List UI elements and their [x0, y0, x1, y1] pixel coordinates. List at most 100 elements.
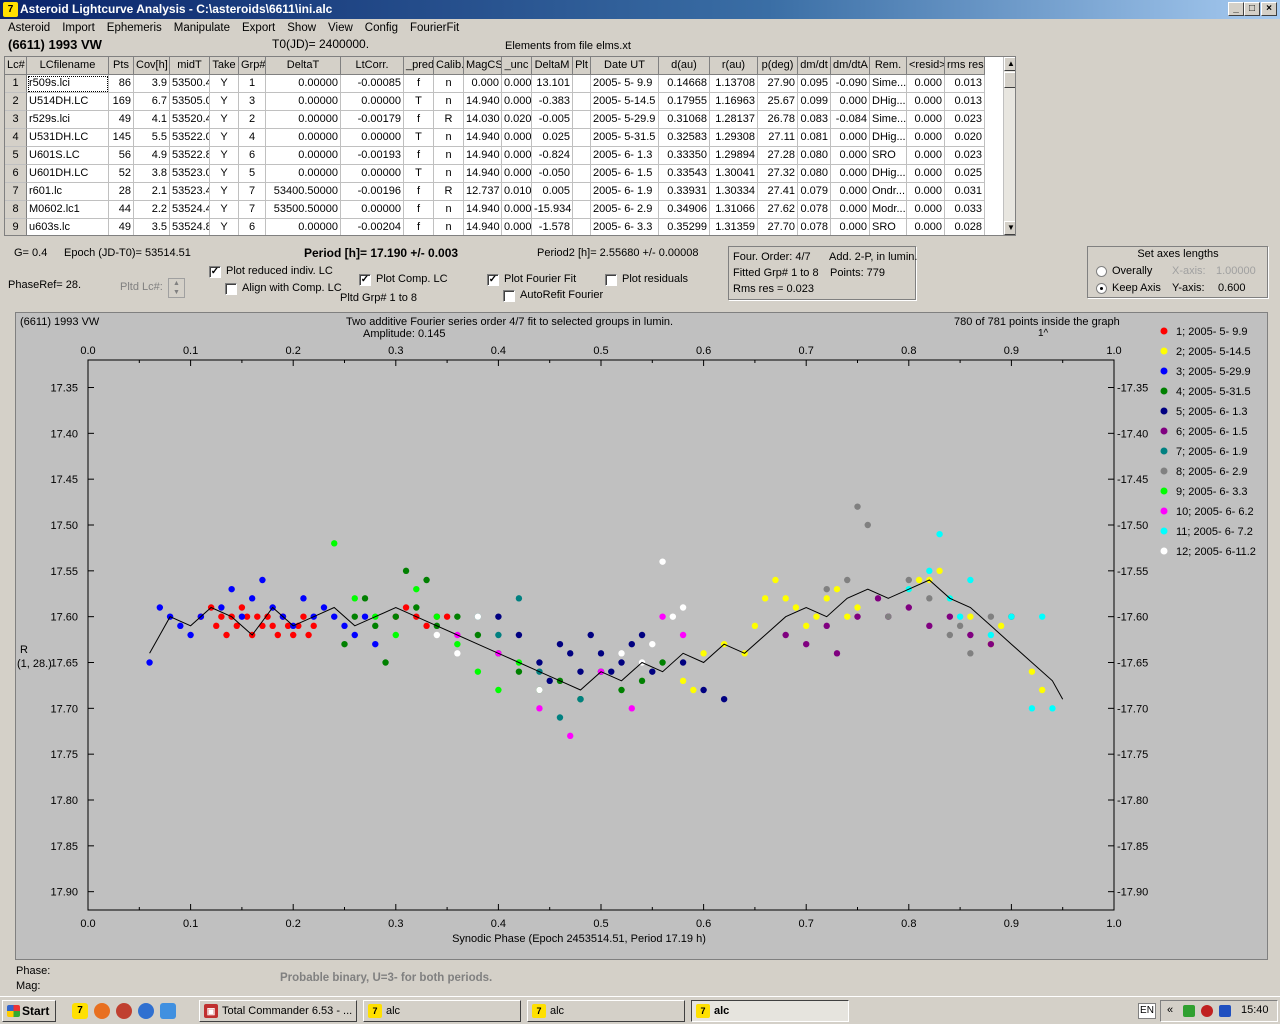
table-row[interactable]: 8 M0602.lc1 44 2.2 53524.4 Y 7 53500.50000 0.000… — [5, 201, 1005, 219]
table-cell[interactable]: 0.023 — [945, 147, 985, 165]
alc-quicklaunch-icon[interactable]: 7 — [72, 1003, 88, 1019]
table-cell[interactable]: 52 — [109, 165, 134, 183]
table-cell[interactable]: 0.31068 — [659, 111, 710, 129]
x-axis-value[interactable]: 1.00000 — [1216, 265, 1256, 277]
maximize-button[interactable]: □ — [1244, 2, 1260, 16]
table-row[interactable]: 4 U531DH.LC 145 5.5 53522.0 Y 4 0.00000 0.00000 T… — [5, 129, 1005, 147]
table-cell[interactable]: 53524.4 — [170, 201, 210, 219]
table-cell[interactable]: 0.000 — [907, 165, 945, 183]
table-cell[interactable]: M0602.lc1 — [27, 201, 109, 219]
column-header[interactable]: Take — [210, 57, 239, 75]
table-cell[interactable]: U601DH.LC — [27, 165, 109, 183]
table-cell[interactable]: Y — [210, 165, 239, 183]
table-cell[interactable]: 1.29308 — [710, 129, 758, 147]
table-cell[interactable]: 44 — [109, 201, 134, 219]
table-row[interactable]: 6 U601DH.LC 52 3.8 53523.0 Y 5 0.00000 0.00000 Tn… — [5, 165, 1005, 183]
table-cell[interactable]: 0.013 — [945, 75, 985, 93]
table-cell[interactable]: Y — [210, 147, 239, 165]
plot-reduced-checkbox[interactable]: ✓ — [209, 266, 221, 278]
menu-show[interactable]: Show — [281, 19, 322, 37]
table-cell[interactable]: 0.34906 — [659, 201, 710, 219]
menu-import[interactable]: Import — [56, 19, 101, 37]
table-cell[interactable]: 0.025 — [532, 129, 573, 147]
table-cell[interactable]: SRO — [870, 219, 907, 235]
lightcurve-chart[interactable]: (6611) 1993 VW Two additive Fourier serie… — [16, 313, 1267, 959]
table-cell[interactable]: 0.081 — [798, 129, 831, 147]
table-cell[interactable]: 0.078 — [798, 219, 831, 235]
table-cell[interactable]: 1 — [5, 75, 27, 93]
table-cell[interactable]: 4.1 — [134, 111, 170, 129]
table-cell[interactable]: R — [434, 183, 464, 201]
table-cell[interactable]: 14.940 — [464, 93, 502, 111]
table-cell[interactable]: r529s.lci — [27, 111, 109, 129]
tray-network-icon[interactable] — [1183, 1005, 1195, 1017]
table-cell[interactable]: 0.00000 — [266, 147, 341, 165]
table-cell[interactable] — [573, 183, 591, 201]
table-cell[interactable]: -1.578 — [532, 219, 573, 235]
table-cell[interactable]: 0.00000 — [266, 219, 341, 235]
column-header[interactable]: rms res — [945, 57, 985, 75]
lightcurve-table[interactable]: 9 u603s.lc 49 3.5 53524.8 Y 6 0.00000 -0.00204 f n… — [4, 56, 1016, 236]
plot-panel[interactable]: (6611) 1993 VW Two additive Fourier serie… — [15, 312, 1268, 960]
scroll-down-icon[interactable]: ▼ — [1004, 221, 1015, 235]
table-cell[interactable]: 0.000 — [831, 165, 870, 183]
table-cell[interactable]: 0.00000 — [341, 129, 404, 147]
table-cell[interactable]: 53523.4 — [170, 183, 210, 201]
table-cell[interactable]: 53520.4 — [170, 111, 210, 129]
table-cell[interactable]: 3 — [239, 93, 266, 111]
table-cell[interactable] — [573, 111, 591, 129]
overally-radio[interactable] — [1096, 266, 1107, 277]
table-cell[interactable]: 145 — [109, 129, 134, 147]
table-cell[interactable]: 0.031 — [945, 183, 985, 201]
table-cell[interactable]: DHig... — [870, 93, 907, 111]
table-cell[interactable]: Y — [210, 129, 239, 147]
pltd-lc-spinner[interactable]: ▲ ▼ — [168, 278, 185, 298]
table-cell[interactable]: -0.005 — [532, 111, 573, 129]
table-cell[interactable]: 0.00000 — [266, 111, 341, 129]
column-header[interactable]: Plt — [573, 57, 591, 75]
start-button[interactable]: Start — [2, 1000, 56, 1022]
column-header[interactable]: midT — [170, 57, 210, 75]
table-cell[interactable]: f — [404, 147, 434, 165]
firefox-icon[interactable] — [94, 1003, 110, 1019]
table-cell[interactable]: 0.005 — [532, 183, 573, 201]
table-cell[interactable]: 0.000 — [831, 93, 870, 111]
table-cell[interactable]: 14.940 — [464, 147, 502, 165]
table-cell[interactable]: n — [434, 75, 464, 93]
table-cell[interactable]: f — [404, 219, 434, 235]
column-header[interactable]: DeltaT — [266, 57, 341, 75]
table-cell[interactable]: 2 — [239, 111, 266, 129]
scroll-thumb[interactable] — [1004, 72, 1015, 88]
table-cell[interactable]: n — [434, 219, 464, 235]
table-cell[interactable]: f — [404, 75, 434, 93]
table-cell[interactable]: 1.31066 — [710, 201, 758, 219]
table-cell[interactable] — [573, 219, 591, 235]
table-row[interactable]: 1 r509s.lci 86 3.9 53500.4 Y 1 0.00000 -0.00085 f… — [5, 75, 1005, 93]
table-cell[interactable]: 13.101 — [532, 75, 573, 93]
table-cell[interactable]: 28 — [109, 183, 134, 201]
browser-icon[interactable] — [116, 1003, 132, 1019]
table-cell[interactable]: DHig... — [870, 165, 907, 183]
table-cell[interactable]: 3.8 — [134, 165, 170, 183]
table-cell[interactable]: 0.000 — [464, 75, 502, 93]
table-cell[interactable]: 14.940 — [464, 201, 502, 219]
table-cell[interactable]: 27.70 — [758, 219, 798, 235]
table-cell[interactable]: 0.000 — [502, 75, 532, 93]
table-cell[interactable]: 1.13708 — [710, 75, 758, 93]
column-header[interactable]: _unc — [502, 57, 532, 75]
table-cell[interactable]: 0.00000 — [266, 75, 341, 93]
table-cell[interactable]: 0.080 — [798, 165, 831, 183]
menu-view[interactable]: View — [322, 19, 359, 37]
table-cell[interactable]: -0.050 — [532, 165, 573, 183]
table-cell[interactable]: 0.000 — [907, 129, 945, 147]
table-cell[interactable]: -0.00196 — [341, 183, 404, 201]
column-header[interactable]: p(deg) — [758, 57, 798, 75]
table-cell[interactable]: 0.000 — [502, 147, 532, 165]
table-cell[interactable]: 0.000 — [907, 219, 945, 235]
table-cell[interactable]: n — [434, 201, 464, 219]
table-cell[interactable]: 0.000 — [907, 75, 945, 93]
table-cell[interactable]: 0.33543 — [659, 165, 710, 183]
table-cell[interactable]: 8 — [5, 201, 27, 219]
language-indicator[interactable]: EN — [1138, 1003, 1156, 1019]
table-cell[interactable]: 2005- 6- 1.9 — [591, 183, 659, 201]
